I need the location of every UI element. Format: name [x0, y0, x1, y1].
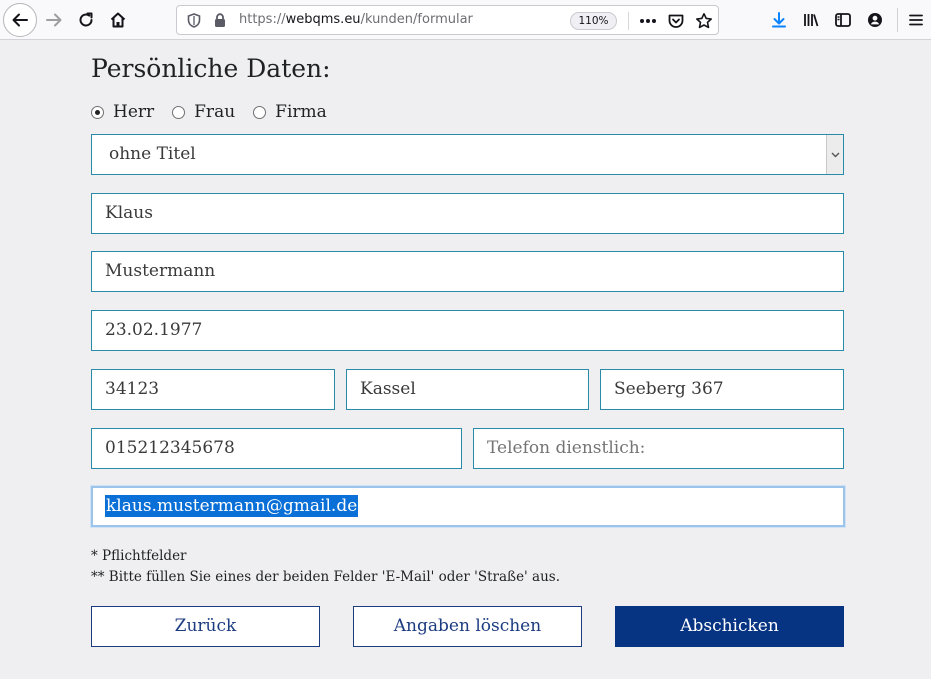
url-bar[interactable]: https://webqms.eu/kunden/formular 110% [176, 5, 719, 35]
title-select-value: ohne Titel [109, 144, 196, 164]
city-field[interactable]: Kassel [346, 369, 589, 410]
url-path: /kunden/formular [360, 12, 473, 27]
radio-label-herr: Herr [113, 102, 155, 122]
clear-button[interactable]: Angaben löschen [353, 606, 582, 647]
back-button[interactable] [3, 3, 37, 37]
menu-button[interactable] [900, 4, 931, 36]
sidebar-button[interactable] [827, 4, 859, 36]
radio-label-firma: Firma [275, 102, 327, 122]
page-title: Persönliche Daten: [91, 54, 331, 83]
more-actions-icon[interactable] [639, 18, 657, 24]
radio-circle[interactable] [172, 105, 186, 119]
downloads-button[interactable] [763, 4, 795, 36]
shield-icon[interactable] [187, 13, 201, 28]
url-separator [628, 12, 629, 30]
first-name-field[interactable]: Klaus [91, 193, 844, 234]
radio-herr[interactable]: Herr [91, 102, 154, 122]
lock-icon[interactable] [214, 13, 226, 28]
salutation-radio-group: Herr Frau Firma [91, 100, 345, 124]
select-dropdown-button[interactable] [826, 135, 843, 174]
reload-icon [79, 12, 93, 27]
forward-button[interactable] [38, 4, 70, 36]
account-button[interactable] [859, 4, 891, 36]
arrow-right-icon [46, 13, 62, 27]
home-button[interactable] [102, 4, 134, 36]
bookmark-star-icon[interactable] [695, 12, 713, 30]
url-text[interactable]: https://webqms.eu/kunden/formular [239, 12, 473, 27]
radio-firma[interactable]: Firma [253, 102, 327, 122]
hamburger-menu-icon [909, 14, 923, 26]
email-field[interactable]: klaus.mustermann@gmail.de [91, 486, 845, 527]
required-fields-note: * Pflichtfelder [91, 548, 187, 564]
email-or-street-note: ** Bitte füllen Sie eines der beiden Fel… [91, 569, 561, 585]
phone-business-field[interactable]: Telefon dienstlich: [473, 428, 844, 469]
birth-date-field[interactable]: 23.02.1977 [91, 310, 844, 351]
sidebar-icon [835, 13, 851, 27]
library-button[interactable] [795, 4, 827, 36]
back-button[interactable]: Zurück [91, 606, 320, 647]
submit-button[interactable]: Abschicken [615, 606, 844, 647]
phone-private-field[interactable]: 015212345678 [91, 428, 462, 469]
library-icon [804, 14, 819, 27]
zoom-level-badge[interactable]: 110% [570, 12, 617, 30]
postal-code-field[interactable]: 34123 [91, 369, 335, 410]
url-prefix: https:// [239, 12, 286, 27]
arrow-left-icon [12, 13, 28, 27]
url-host: webqms.eu [285, 12, 361, 27]
radio-circle-checked[interactable] [91, 105, 104, 119]
radio-circle[interactable] [253, 105, 267, 119]
street-field[interactable]: Seeberg 367 [600, 369, 844, 410]
title-select[interactable]: ohne Titel [91, 134, 844, 175]
chevron-down-icon [831, 152, 839, 157]
last-name-field[interactable]: Mustermann [91, 251, 844, 292]
radio-frau[interactable]: Frau [172, 102, 235, 122]
radio-label-frau: Frau [194, 102, 236, 122]
browser-toolbar: https://webqms.eu/kunden/formular 110% [0, 0, 931, 40]
download-arrow-icon [772, 12, 786, 28]
home-icon [110, 12, 126, 28]
toolbar-separator [897, 8, 898, 32]
reload-button[interactable] [70, 4, 102, 36]
account-icon [868, 13, 882, 27]
pocket-icon[interactable] [667, 12, 685, 30]
email-selected-text: klaus.mustermann@gmail.de [105, 495, 359, 517]
